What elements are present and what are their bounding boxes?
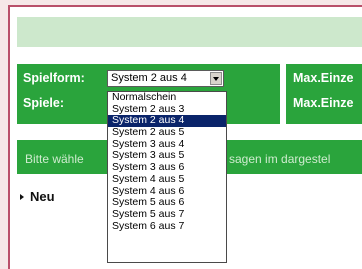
info-text-right: sagen im dargestel <box>229 152 331 166</box>
spiele-label: Spiele: <box>23 96 64 110</box>
max-einsatz-label-2: Max.Einze <box>293 96 354 110</box>
dropdown-option[interactable]: System 2 aus 5 <box>108 126 226 139</box>
neu-label: Neu <box>30 189 55 204</box>
spielform-select[interactable]: System 2 aus 4 <box>107 70 224 87</box>
top-bar <box>17 17 362 47</box>
dropdown-option[interactable]: System 5 aus 7 <box>108 208 226 221</box>
max-einsatz-label: Max.Einze <box>293 71 354 85</box>
chevron-down-icon[interactable] <box>210 72 222 85</box>
spielform-dropdown-list[interactable]: Normalschein System 2 aus 3 System 2 aus… <box>107 91 227 263</box>
dropdown-option[interactable]: System 6 aus 7 <box>108 220 226 233</box>
spielform-select-value: System 2 aus 4 <box>111 72 187 84</box>
triangle-right-icon <box>20 194 24 200</box>
neu-link[interactable]: Neu <box>20 189 55 204</box>
dropdown-option[interactable]: System 4 aus 5 <box>108 173 226 186</box>
spielform-label: Spielform: <box>23 71 85 85</box>
info-text-left: Bitte wähle <box>25 152 84 166</box>
dropdown-option[interactable]: Normalschein <box>108 92 226 104</box>
